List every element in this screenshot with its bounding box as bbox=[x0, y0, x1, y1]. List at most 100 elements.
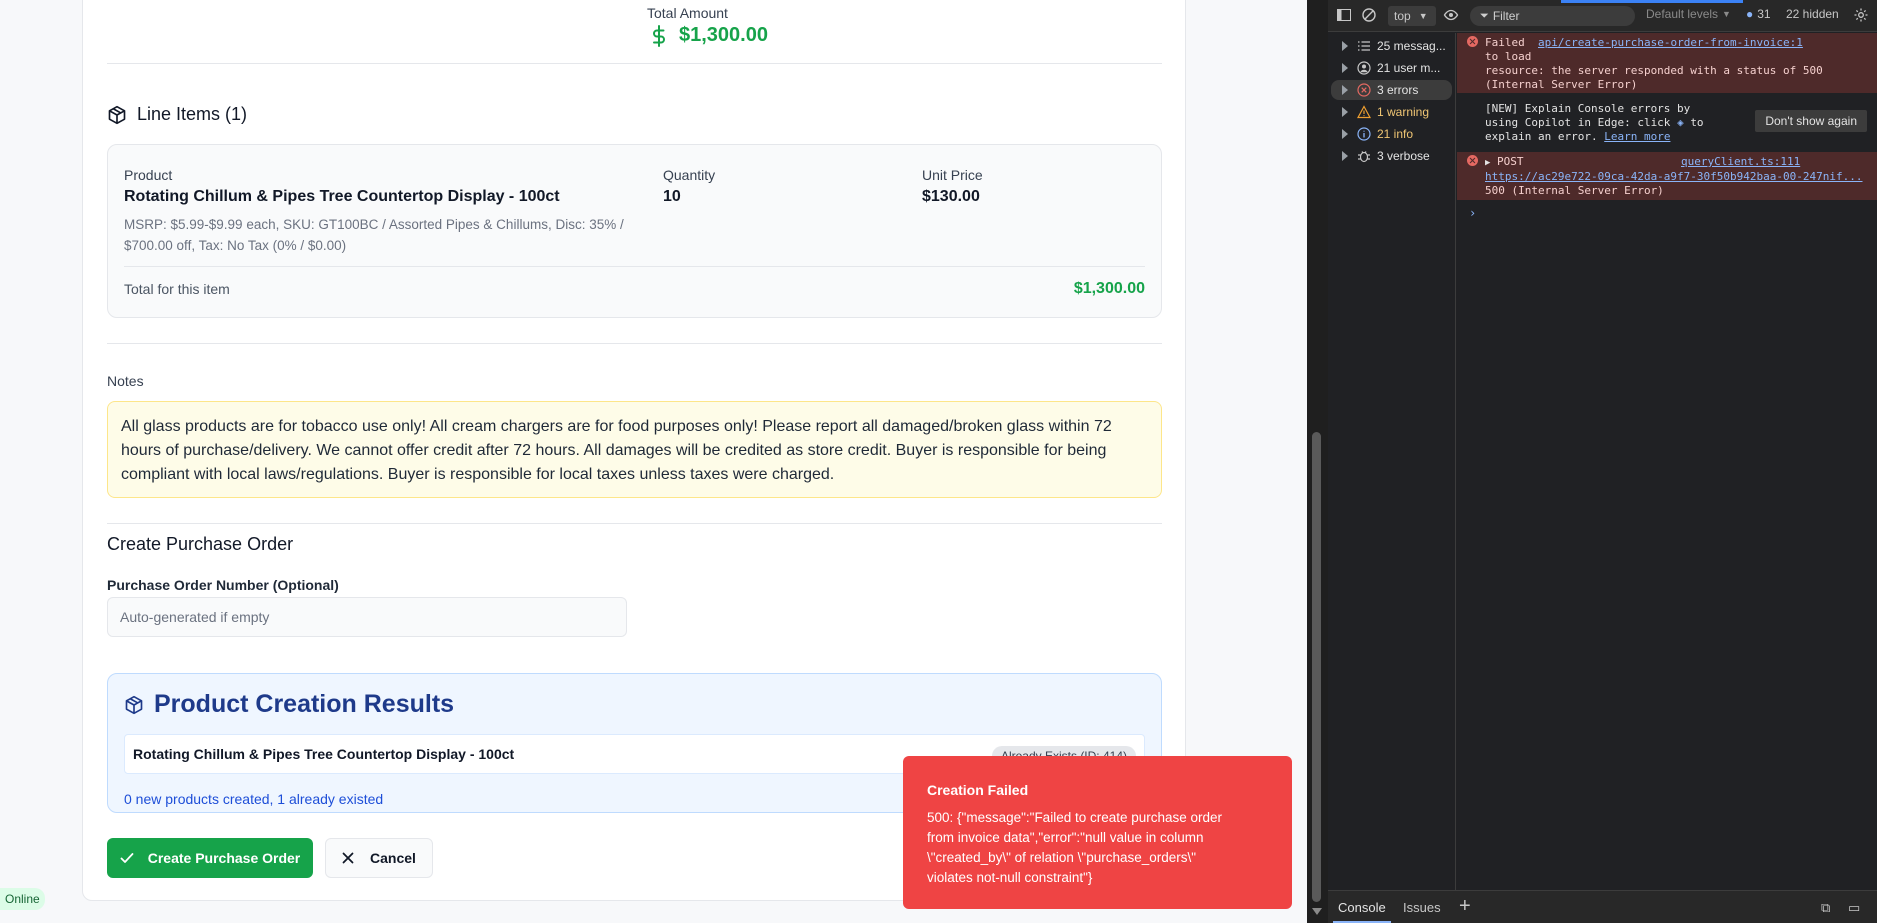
devtools-toolbar: top ▼ ⏷ Filter Default levels ▼ ● 31 22 … bbox=[1328, 0, 1877, 32]
console-output: Failed api/create-purchase-order-from-in… bbox=[1457, 33, 1877, 890]
product-meta: MSRP: $5.99-$9.99 each, SKU: GT100BC / A… bbox=[124, 217, 624, 253]
package-icon bbox=[125, 695, 143, 714]
sidebar-item-label: 21 info bbox=[1377, 127, 1414, 141]
page-scrollbar[interactable] bbox=[1307, 0, 1328, 923]
context-select[interactable]: top ▼ bbox=[1388, 6, 1436, 26]
clear-console-icon[interactable] bbox=[1361, 7, 1377, 23]
unit-price-value: $130.00 bbox=[922, 188, 980, 205]
sidebar-item-errors[interactable]: 3 errors bbox=[1331, 80, 1452, 100]
info-icon bbox=[1357, 127, 1371, 141]
quantity-label: Quantity bbox=[663, 167, 716, 183]
error-text: to load bbox=[1485, 50, 1532, 63]
product-results-title: Product Creation Results bbox=[154, 690, 455, 718]
live-expression-icon[interactable] bbox=[1443, 7, 1459, 23]
app-area: Total Amount $1,300.00 Line Items (1) Pr… bbox=[0, 0, 1307, 923]
package-icon bbox=[108, 105, 126, 124]
dollar-icon bbox=[653, 24, 665, 47]
dock-icon[interactable]: ⧉ bbox=[1821, 900, 1830, 916]
copilot-text: explain an error. bbox=[1485, 130, 1598, 143]
tab-console[interactable]: Console bbox=[1333, 900, 1391, 923]
learn-more-link[interactable]: Learn more bbox=[1604, 130, 1670, 143]
error-source-link[interactable]: queryClient.ts:111 bbox=[1681, 155, 1800, 169]
sidebar-toggle-icon[interactable] bbox=[1336, 7, 1352, 23]
bug-icon bbox=[1358, 151, 1370, 163]
divider bbox=[124, 266, 1145, 267]
filter-input[interactable]: ⏷ Filter bbox=[1470, 6, 1635, 26]
product-name: Rotating Chillum & Pipes Tree Countertop… bbox=[124, 188, 560, 205]
devtools-drawer-tabs: Console Issues + ⧉ ▭ bbox=[1328, 890, 1877, 923]
filter-placeholder: Filter bbox=[1492, 9, 1520, 23]
product-results-header: Product Creation Results bbox=[124, 690, 454, 719]
error-text: (Internal Server Error) bbox=[1485, 78, 1638, 91]
add-tab-icon[interactable]: + bbox=[1459, 895, 1471, 918]
dont-show-again-button[interactable]: Don't show again bbox=[1755, 110, 1867, 132]
error-icon bbox=[1467, 36, 1478, 47]
issues-counter[interactable]: ● 31 bbox=[1746, 7, 1771, 21]
scrollbar-thumb[interactable] bbox=[1312, 432, 1321, 902]
unit-price-label: Unit Price bbox=[922, 167, 983, 183]
cancel-button[interactable]: Cancel bbox=[325, 838, 433, 878]
tab-issues[interactable]: Issues bbox=[1403, 900, 1441, 915]
console-error-message: Failed api/create-purchase-order-from-in… bbox=[1457, 33, 1877, 93]
user-icon bbox=[1357, 61, 1371, 75]
toast-message: 500: {"message":"Failed to create purcha… bbox=[927, 810, 1223, 885]
notes-text: All glass products are for tobacco use o… bbox=[107, 401, 1162, 498]
line-items-title: Line Items (1) bbox=[137, 104, 248, 124]
log-levels-label: Default levels bbox=[1646, 7, 1719, 21]
log-levels-dropdown[interactable]: Default levels ▼ bbox=[1646, 7, 1731, 21]
expand-triangle-icon[interactable]: ▶ bbox=[1485, 158, 1490, 168]
item-total-label: Total for this item bbox=[124, 281, 230, 297]
create-button-label: Create Purchase Order bbox=[147, 850, 301, 866]
sidebar-item-messages[interactable]: 25 messag... bbox=[1328, 36, 1455, 56]
sidebar-item-label: 25 messag... bbox=[1377, 39, 1446, 53]
warning-icon bbox=[1357, 105, 1371, 119]
sidebar-item-info[interactable]: 21 info bbox=[1328, 124, 1455, 144]
sidebar-item-label: 21 user m... bbox=[1377, 61, 1441, 75]
notes-label: Notes bbox=[107, 373, 144, 389]
context-value: top bbox=[1394, 9, 1411, 23]
total-amount-label: Total Amount bbox=[647, 5, 728, 21]
close-icon bbox=[342, 852, 354, 864]
quantity-value: 10 bbox=[663, 188, 681, 205]
filter-icon: ⏷ bbox=[1480, 9, 1489, 22]
result-product-name: Rotating Chillum & Pipes Tree Countertop… bbox=[133, 746, 515, 762]
divider bbox=[107, 523, 1162, 524]
chevron-down-icon: ▼ bbox=[1722, 9, 1731, 19]
devtools-panel: top ▼ ⏷ Filter Default levels ▼ ● 31 22 … bbox=[1328, 0, 1877, 923]
console-prompt[interactable]: › bbox=[1469, 206, 1476, 220]
scroll-down-arrow-icon[interactable] bbox=[1312, 908, 1322, 915]
line-item-card: Product Rotating Chillum & Pipes Tree Co… bbox=[107, 144, 1162, 318]
copilot-icon[interactable]: ◈ bbox=[1677, 116, 1684, 129]
sidebar-item-verbose[interactable]: 3 verbose bbox=[1328, 146, 1455, 166]
sidebar-item-user-messages[interactable]: 21 user m... bbox=[1328, 58, 1455, 78]
total-amount: $1,300.00 bbox=[649, 24, 768, 47]
chevron-down-icon: ▼ bbox=[1418, 11, 1428, 21]
online-status-badge: Online bbox=[0, 888, 45, 910]
error-toast[interactable]: Creation Failed 500: {"message":"Failed … bbox=[903, 756, 1292, 909]
gear-icon[interactable] bbox=[1853, 7, 1869, 23]
create-purchase-order-button[interactable]: Create Purchase Order bbox=[107, 838, 313, 878]
copilot-text: using Copilot in Edge: click bbox=[1485, 116, 1671, 129]
sidebar-item-label: 3 verbose bbox=[1377, 149, 1430, 163]
message-icon: ● bbox=[1746, 7, 1754, 21]
item-total-value: $1,300.00 bbox=[1073, 280, 1145, 297]
sidebar-item-label: 1 warning bbox=[1377, 105, 1430, 119]
divider bbox=[107, 343, 1162, 344]
error-text: Failed bbox=[1485, 36, 1525, 49]
product-label: Product bbox=[124, 167, 173, 183]
total-amount-value: $1,300.00 bbox=[679, 24, 768, 46]
console-sidebar: 25 messag... 21 user m... 3 errors 1 war… bbox=[1328, 33, 1456, 890]
error-source-link[interactable]: api/create-purchase-order-from-invoice:1 bbox=[1538, 36, 1803, 49]
focus-indicator bbox=[1561, 0, 1743, 3]
line-items-header: Line Items (1) bbox=[107, 104, 247, 125]
request-url-link[interactable]: https://ac29e722-09ca-42da-a9f7-30f50b94… bbox=[1485, 170, 1871, 184]
create-po-title: Create Purchase Order bbox=[107, 534, 294, 554]
sidebar-item-label: 3 errors bbox=[1377, 83, 1419, 97]
console-error-message: ▶ POST queryClient.ts:111 https://ac29e7… bbox=[1457, 152, 1877, 200]
error-text: resource: the server responded with a st… bbox=[1485, 64, 1823, 77]
sidebar-item-warnings[interactable]: 1 warning bbox=[1328, 102, 1455, 122]
error-icon bbox=[1357, 83, 1371, 97]
close-drawer-icon[interactable]: ▭ bbox=[1848, 900, 1860, 916]
po-number-input[interactable] bbox=[107, 597, 627, 637]
results-summary: 0 new products created, 1 already existe… bbox=[124, 791, 384, 807]
